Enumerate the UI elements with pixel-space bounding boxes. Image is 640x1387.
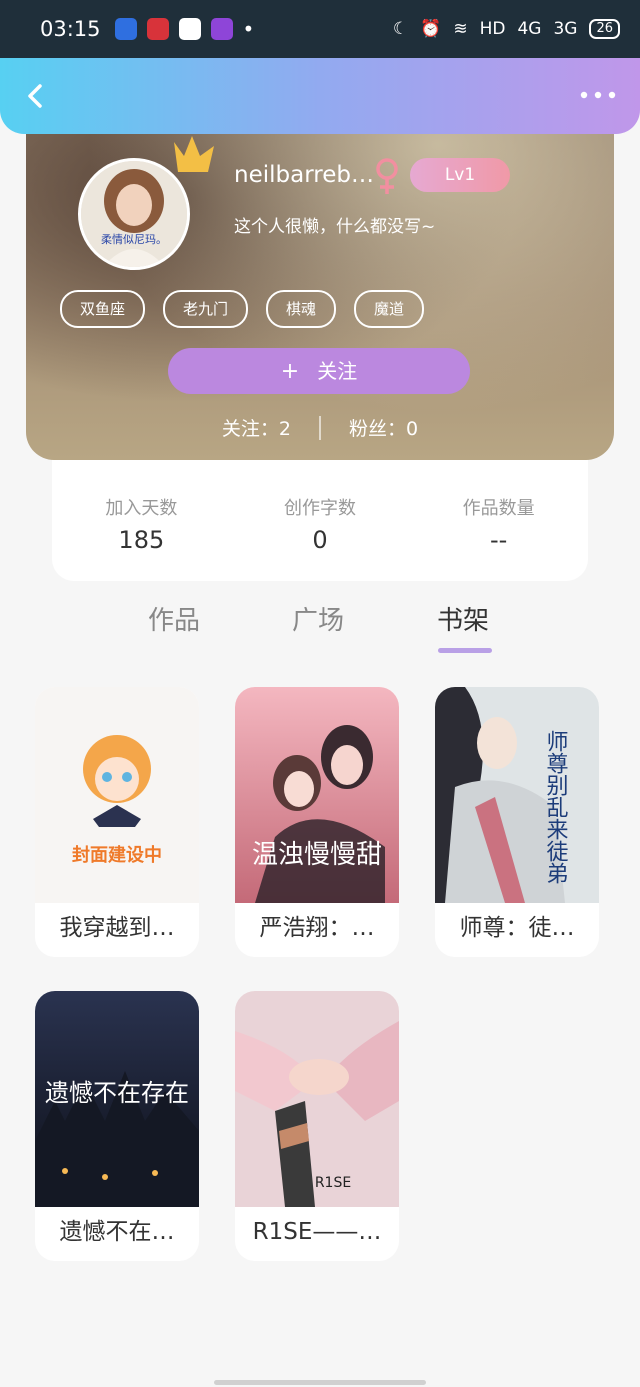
book-title: 遗憾不在… <box>59 1219 175 1245</box>
hd-label: HD <box>479 19 506 39</box>
battery-icon: 26 <box>589 19 620 39</box>
level-badge: Lv1 <box>410 158 510 192</box>
more-options-icon[interactable] <box>578 82 618 108</box>
signal-3g: 3G <box>553 19 578 39</box>
back-arrow-icon[interactable] <box>22 76 48 116</box>
book-title: 师尊：徒… <box>459 915 575 941</box>
moon-icon: ☾ <box>392 19 409 39</box>
cover-text: 封面建设中 <box>72 844 162 866</box>
purple-app-icon <box>210 18 233 40</box>
alarm-icon: ⏰ <box>420 19 442 39</box>
female-gender-icon <box>376 158 398 194</box>
notification-dot: • <box>242 17 255 41</box>
book-card[interactable]: R1SE R1SE——… <box>235 991 399 1261</box>
book-title: R1SE——… <box>252 1219 382 1245</box>
plus-icon: + <box>280 359 300 384</box>
play-store-icon <box>178 18 201 40</box>
cover-text: 师尊别乱来徒弟 <box>543 730 569 884</box>
tab-bookshelf[interactable]: 书架 <box>437 600 489 637</box>
cover-text: R1SE <box>315 1175 351 1191</box>
tab-works[interactable]: 作品 <box>148 600 200 637</box>
stat-label: 作品数量 <box>462 498 535 519</box>
tab-square[interactable]: 广场 <box>292 600 344 637</box>
book-cover: R1SE <box>235 991 399 1207</box>
fans-count[interactable]: 粉丝：0 <box>349 414 418 441</box>
status-icons: ☾ ⏰ ≋ HD 4G 3G 26 <box>393 19 620 39</box>
follow-button[interactable]: + 关注 <box>168 348 470 394</box>
crown-icon <box>174 136 214 172</box>
bio-text: 这个人很懒，什么都没写~ <box>234 217 436 237</box>
book-card[interactable]: 师尊别乱来徒弟 师尊：徒… <box>435 687 599 957</box>
tab-bar: 作品 广场 书架 <box>0 600 640 660</box>
nickname: neilbarreb… <box>234 162 374 188</box>
tag-item[interactable]: 棋魂 <box>266 290 337 328</box>
stat-label: 加入天数 <box>105 498 178 519</box>
status-time: 03:15 <box>40 17 101 41</box>
stat-label: 创作字数 <box>284 498 356 519</box>
tag-item[interactable]: 老九门 <box>163 290 249 328</box>
book-title: 我穿越到… <box>59 915 175 941</box>
book-card[interactable]: 封面建设中 我穿越到… <box>35 687 199 957</box>
book-cover: 封面建设中 <box>35 687 199 903</box>
status-bar: 03:15 • ☾ ⏰ ≋ HD 4G 3G 26 <box>0 0 640 58</box>
follow-counts: 关注：2 粉丝：0 <box>26 414 614 441</box>
book-title: 严浩翔：… <box>259 915 375 941</box>
stats-panel: 加入天数 185 创作字数 0 作品数量 -- <box>52 460 588 581</box>
active-tab-indicator <box>438 648 492 653</box>
signal-4g: 4G <box>517 19 542 39</box>
stat-word-count: 创作字数 0 <box>231 460 410 581</box>
android-app-icon <box>114 18 137 40</box>
book-card[interactable]: 温浊慢慢甜 严浩翔：… <box>235 687 399 957</box>
tag-item[interactable]: 魔道 <box>354 290 425 328</box>
stat-value: -- <box>490 526 508 554</box>
stat-value: 185 <box>118 526 165 554</box>
cover-text: 遗憾不在存在 <box>45 1079 189 1107</box>
cover-text: 温浊慢慢甜 <box>252 840 382 870</box>
book-cover: 师尊别乱来徒弟 <box>435 687 599 903</box>
stat-works-count: 作品数量 -- <box>409 460 588 581</box>
book-cover: 遗憾不在存在 <box>35 991 199 1207</box>
follow-label: 关注 <box>317 359 358 383</box>
stat-join-days: 加入天数 185 <box>52 460 231 581</box>
tag-list: 双鱼座 老九门 棋魂 魔道 <box>60 290 425 328</box>
following-count[interactable]: 关注：2 <box>222 414 291 441</box>
divider <box>319 415 321 440</box>
home-indicator[interactable] <box>214 1380 426 1385</box>
wifi-icon: ≋ <box>453 19 468 39</box>
profile-card: 柔情似尼玛。 neilbarreb… Lv1 这个人很懒，什么都没写~ 双鱼座 … <box>26 110 614 460</box>
avatar-caption: 柔情似尼玛。 <box>101 233 167 246</box>
stat-value: 0 <box>312 526 328 554</box>
red-app-icon <box>146 18 169 40</box>
tag-item[interactable]: 双鱼座 <box>60 290 146 328</box>
top-bar <box>0 58 640 134</box>
book-card[interactable]: 遗憾不在存在 遗憾不在… <box>35 991 199 1261</box>
book-cover: 温浊慢慢甜 <box>235 687 399 903</box>
